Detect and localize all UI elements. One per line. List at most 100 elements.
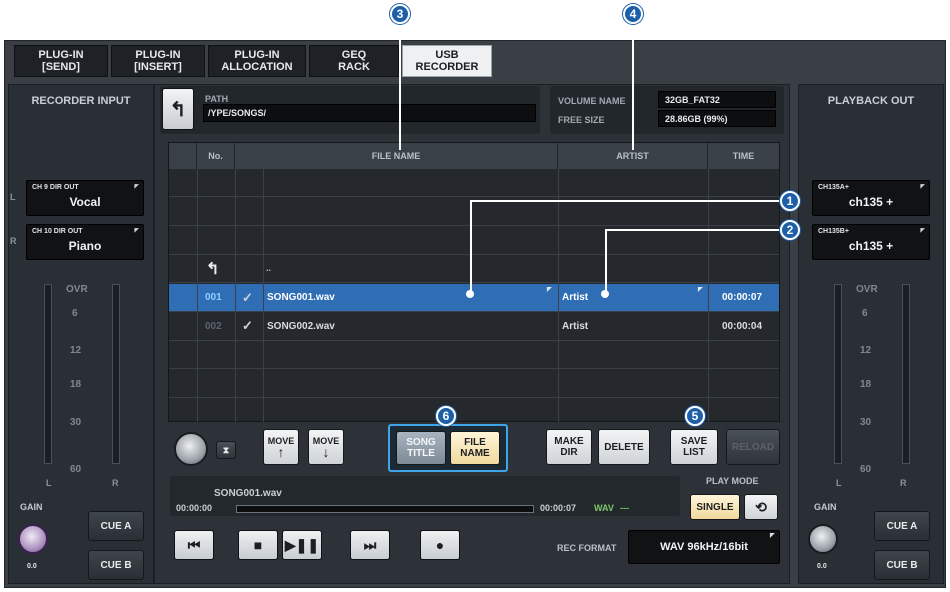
save-list-button[interactable]: SAVE LIST: [670, 429, 718, 465]
sort-toggle-button[interactable]: ⧗: [216, 441, 236, 459]
output-r-name: ch135 +: [848, 239, 894, 253]
input-l-selector[interactable]: CH 9 DIR OUT ◤ Vocal: [26, 180, 144, 216]
callout-line: [605, 229, 780, 231]
repeat-icon: ⟲: [755, 498, 767, 515]
parent-dir-name: ..: [266, 263, 272, 273]
input-gain-knob[interactable]: [18, 524, 48, 554]
popup-indicator-icon: ◤: [920, 184, 925, 190]
input-cue-a-button[interactable]: CUE A: [88, 511, 144, 541]
meter-label-18: 18: [860, 379, 872, 390]
table-row-parent-dir[interactable]: [169, 255, 779, 283]
volume-name-label: VOLUME NAME: [558, 96, 626, 106]
parent-dir-button[interactable]: ↰: [162, 88, 194, 130]
list-scroll-knob[interactable]: [174, 432, 208, 466]
header-time[interactable]: TIME: [708, 143, 779, 169]
meter-r-label: R: [112, 478, 119, 488]
column-divider: [263, 169, 264, 422]
song-artist: Artist: [562, 321, 589, 332]
tab-plugin-insert[interactable]: PLUG-IN [INSERT]: [111, 45, 205, 77]
output-gain-knob[interactable]: [808, 524, 838, 554]
file-format-dash: ---: [620, 503, 629, 513]
input-cue-b-button[interactable]: CUE B: [88, 550, 144, 580]
skip-forward-icon: ⏭: [363, 536, 377, 553]
callout-2: 2: [780, 220, 800, 240]
path-field: /YPE/SONGS/: [203, 104, 536, 122]
song-time: 00:00:07: [722, 292, 763, 303]
tab-plugin-allocation[interactable]: PLUG-IN ALLOCATION: [208, 45, 306, 77]
output-r-selector[interactable]: CH135B+ ◤ ch135 +: [812, 224, 930, 260]
move-up-button[interactable]: MOVE ↑: [263, 429, 299, 465]
meter-l-label: L: [46, 478, 52, 488]
make-dir-button[interactable]: MAKE DIR: [546, 429, 592, 465]
file-format: WAV: [594, 503, 614, 513]
previous-button[interactable]: ⏮: [174, 530, 214, 560]
check-icon[interactable]: ✓: [242, 318, 253, 334]
table-row[interactable]: [169, 169, 779, 197]
stop-button[interactable]: ■: [238, 530, 278, 560]
rec-format-label: REC FORMAT: [557, 543, 617, 553]
table-row[interactable]: [169, 341, 779, 369]
reload-button[interactable]: RELOAD: [726, 429, 780, 465]
output-meter-r: [902, 284, 910, 464]
callout-line: [399, 20, 401, 150]
file-name-button[interactable]: FILE NAME: [450, 431, 500, 465]
check-icon[interactable]: ✓: [242, 290, 253, 306]
meter-label-30: 30: [70, 417, 82, 428]
table-row-selected[interactable]: [169, 284, 779, 312]
callout-line: [632, 20, 634, 150]
repeat-mode-button[interactable]: ⟲: [744, 494, 778, 520]
header-file-name[interactable]: FILE NAME: [235, 143, 558, 169]
output-cue-a-button[interactable]: CUE A: [874, 511, 930, 541]
input-r-selector[interactable]: CH 10 DIR OUT ◤ Piano: [26, 224, 144, 260]
table-row[interactable]: [169, 198, 779, 226]
free-size-label: FREE SIZE: [558, 115, 605, 125]
callout-6: 6: [436, 406, 456, 426]
input-r-label: R: [10, 236, 17, 246]
callout-line: [470, 201, 472, 295]
elapsed-time: 00:00:00: [176, 503, 213, 513]
playback-out-title: PLAYBACK OUT: [827, 95, 915, 107]
record-icon: ●: [435, 537, 445, 553]
input-gain-label: GAIN: [20, 502, 43, 512]
up-arrow-icon: ↰: [169, 98, 187, 121]
song-title-button[interactable]: SONG TITLE: [396, 431, 446, 465]
tab-bar: PLUG-IN [SEND] PLUG-IN [INSERT] PLUG-IN …: [14, 45, 492, 77]
input-r-name: Piano: [68, 239, 102, 253]
delete-button[interactable]: DELETE: [598, 429, 650, 465]
meter-label-12: 12: [860, 345, 872, 356]
meter-label-ovr: OVR: [856, 284, 878, 295]
volume-name-value: 32GB_FAT32: [658, 91, 776, 108]
rec-format-selector[interactable]: WAV 96kHz/16bit: [628, 530, 780, 564]
popup-indicator-icon: ◤: [698, 287, 703, 293]
play-pause-button[interactable]: ▶❚❚: [282, 530, 322, 560]
header-no[interactable]: No.: [197, 143, 235, 169]
move-down-button[interactable]: MOVE ↓: [308, 429, 344, 465]
next-button[interactable]: ⏭: [350, 530, 390, 560]
output-gain-label: GAIN: [814, 502, 837, 512]
meter-label-60: 60: [70, 464, 82, 475]
output-l-selector[interactable]: CH135A+ ◤ ch135 +: [812, 180, 930, 216]
tab-geq-rack[interactable]: GEQ RACK: [309, 45, 399, 77]
callout-line: [605, 230, 607, 295]
table-row[interactable]: [169, 370, 779, 398]
table-row[interactable]: [169, 227, 779, 255]
parent-folder-icon: ↰: [206, 261, 220, 278]
song-time: 00:00:04: [722, 321, 763, 332]
single-mode-button[interactable]: SINGLE: [690, 494, 740, 520]
stop-icon: ■: [253, 537, 263, 553]
popup-indicator-icon: ◤: [134, 184, 139, 190]
input-gain-value: 0.0: [27, 563, 37, 570]
popup-indicator-icon: ◤: [920, 228, 925, 234]
total-time: 00:00:07: [540, 503, 577, 513]
tab-usb-recorder[interactable]: USB RECORDER: [402, 45, 492, 77]
record-button[interactable]: ●: [420, 530, 460, 560]
playback-position-bar[interactable]: [236, 505, 534, 513]
column-divider: [708, 169, 709, 422]
output-cue-b-button[interactable]: CUE B: [874, 550, 930, 580]
tab-plugin-send[interactable]: PLUG-IN [SEND]: [14, 45, 108, 77]
output-l-name: ch135 +: [848, 195, 894, 209]
play-pause-icon: ▶❚❚: [284, 536, 320, 553]
table-row[interactable]: [169, 313, 779, 341]
meter-label-ovr: OVR: [66, 284, 88, 295]
popup-indicator-icon: ◤: [134, 228, 139, 234]
